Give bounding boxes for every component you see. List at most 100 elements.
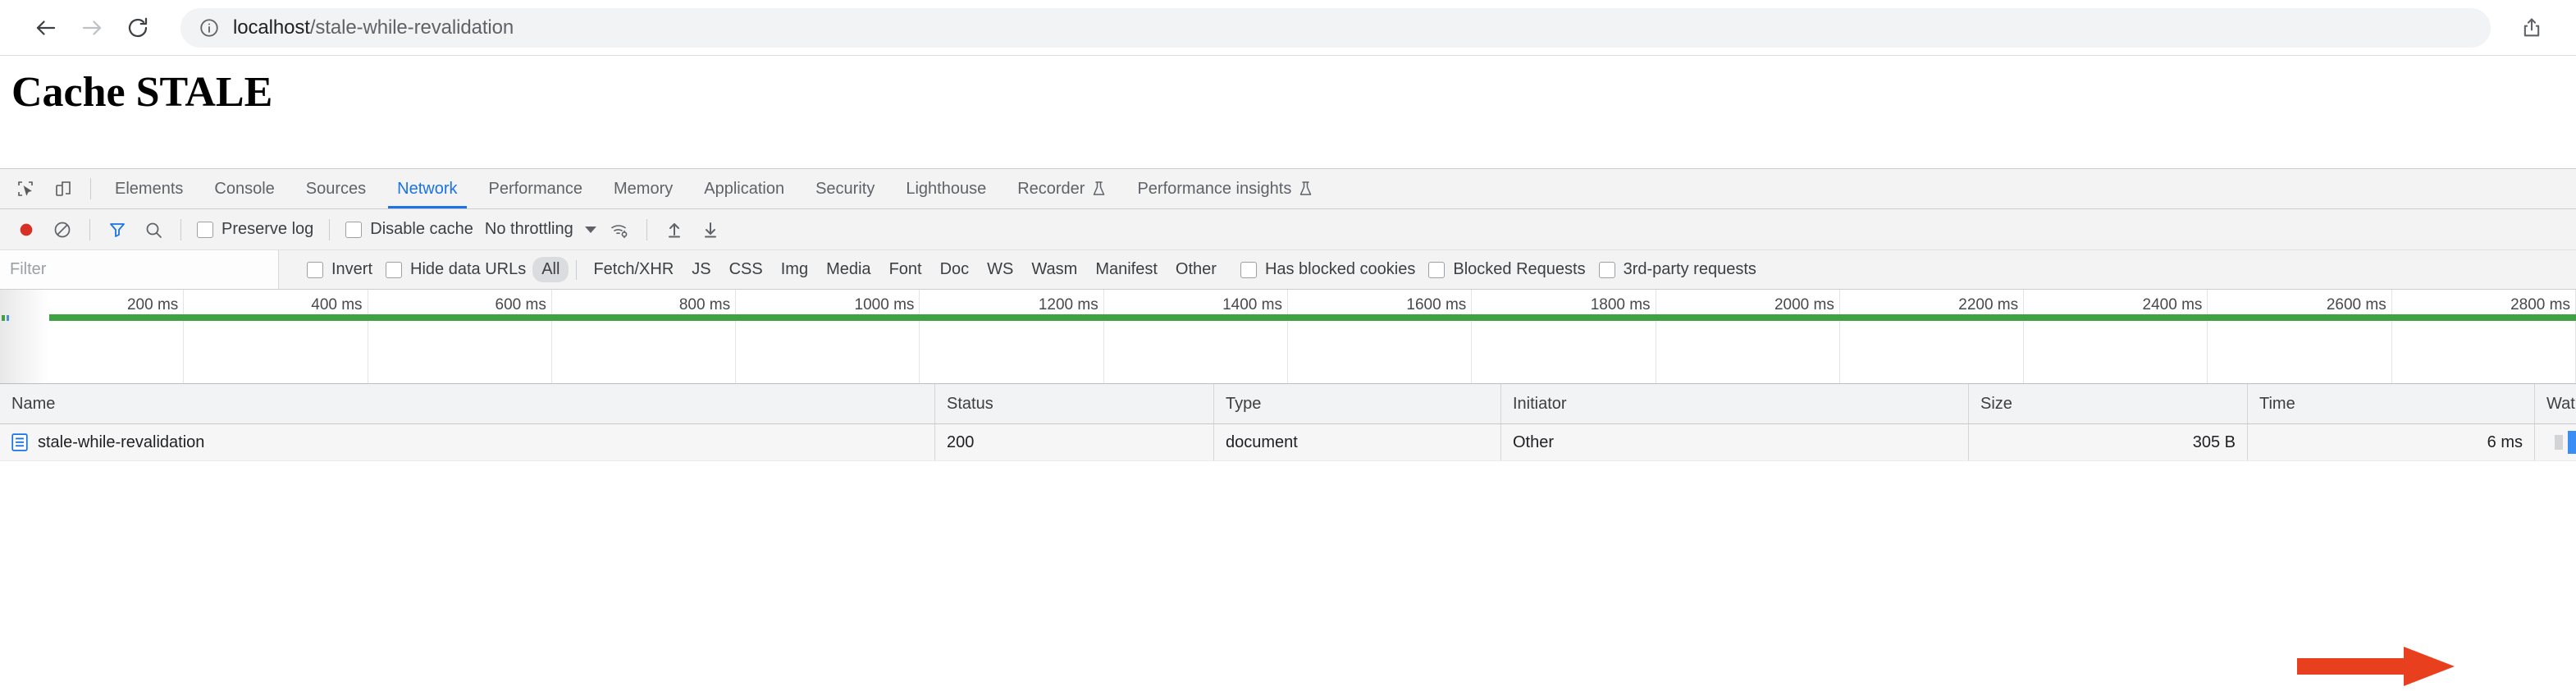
- cell-name[interactable]: stale-while-revalidation: [0, 424, 935, 460]
- cell-time: 6 ms: [2248, 424, 2535, 460]
- table-header-row: Name Status Type Initiator Size Time Wat: [0, 384, 2576, 424]
- timeline-mini-marker: [2, 315, 10, 321]
- tab-security[interactable]: Security: [800, 169, 890, 208]
- throttling-dropdown[interactable]: No throttling: [480, 220, 601, 239]
- timeline-tick-label: 2600 ms: [2326, 296, 2386, 313]
- blocked-requests-checkbox[interactable]: Blocked Requests: [1422, 260, 1592, 279]
- waterfall-queue-segment: [2555, 435, 2563, 450]
- tab-memory[interactable]: Memory: [598, 169, 688, 208]
- timeline-tick: 600 ms: [368, 290, 552, 383]
- column-header-initiator[interactable]: Initiator: [1501, 384, 1969, 423]
- record-button[interactable]: [8, 212, 44, 248]
- export-har-button[interactable]: [692, 212, 728, 248]
- tab-console[interactable]: Console: [199, 169, 290, 208]
- url-path: /stale-while-revalidation: [309, 16, 514, 39]
- url-text: localhost/stale-while-revalidation: [233, 16, 514, 39]
- tab-sources[interactable]: Sources: [290, 169, 381, 208]
- filter-type-wasm[interactable]: Wasm: [1022, 257, 1086, 282]
- filter-type-ws[interactable]: WS: [978, 257, 1022, 282]
- toolbar-divider: [89, 218, 90, 240]
- column-header-name[interactable]: Name: [0, 384, 935, 423]
- checkbox-box: [1240, 261, 1257, 278]
- device-toolbar-button[interactable]: [44, 169, 82, 208]
- column-header-type[interactable]: Type: [1214, 384, 1501, 423]
- timeline-tick-label: 1800 ms: [1590, 296, 1651, 313]
- preserve-log-checkbox[interactable]: Preserve log: [190, 220, 320, 239]
- tab-label: Application: [704, 179, 785, 198]
- tab-label: Security: [815, 179, 875, 198]
- timeline-tick-label: 2400 ms: [2142, 296, 2203, 313]
- devtools-tab-list: Elements Console Sources Network Performance…: [99, 169, 1328, 208]
- cell-status: 200: [935, 424, 1214, 460]
- timeline-tick-label: 800 ms: [678, 296, 731, 313]
- column-header-status[interactable]: Status: [935, 384, 1214, 423]
- tab-lighthouse[interactable]: Lighthouse: [890, 169, 1002, 208]
- timeline-tick: 2000 ms: [1656, 290, 1840, 383]
- wifi-gear-icon: [610, 224, 628, 238]
- filter-type-doc[interactable]: Doc: [931, 257, 979, 282]
- request-name: stale-while-revalidation: [38, 432, 205, 451]
- filter-type-media[interactable]: Media: [817, 257, 879, 282]
- filter-input[interactable]: [0, 250, 279, 289]
- network-timeline-overview[interactable]: 200 ms 400 ms 600 ms 800 ms 1000 ms 1200 ms 14…: [0, 290, 2576, 384]
- document-file-icon: [11, 433, 28, 451]
- waterfall-download-segment: [2568, 431, 2576, 454]
- filter-type-manifest[interactable]: Manifest: [1086, 257, 1167, 282]
- tab-performance-insights[interactable]: Performance insights: [1121, 169, 1328, 208]
- toolbar-divider: [180, 218, 181, 240]
- third-party-requests-checkbox[interactable]: 3rd-party requests: [1592, 260, 1763, 279]
- tab-label: Network: [397, 179, 458, 198]
- reload-button[interactable]: [115, 5, 161, 51]
- column-header-time[interactable]: Time: [2248, 384, 2535, 423]
- hide-data-urls-checkbox[interactable]: Hide data URLs: [379, 260, 532, 279]
- tab-application[interactable]: Application: [688, 169, 800, 208]
- address-bar[interactable]: localhost/stale-while-revalidation: [180, 7, 2491, 48]
- filter-type-all[interactable]: All: [532, 257, 569, 282]
- page-content-area: Cache STALE: [0, 56, 2576, 168]
- has-blocked-cookies-checkbox[interactable]: Has blocked cookies: [1234, 260, 1422, 279]
- browser-toolbar: localhost/stale-while-revalidation: [0, 0, 2576, 56]
- filter-toggle-button[interactable]: [99, 212, 135, 248]
- info-circle-icon[interactable]: [199, 17, 220, 39]
- disable-cache-checkbox[interactable]: Disable cache: [339, 220, 480, 239]
- resource-type-filters: All Fetch/XHR JS CSS Img Media Font Doc WS Wasm Ma…: [532, 257, 1226, 282]
- timeline-tick: 800 ms: [552, 290, 737, 383]
- filter-type-js[interactable]: JS: [683, 257, 719, 282]
- timeline-tick: 1600 ms: [1288, 290, 1473, 383]
- search-button[interactable]: [135, 212, 171, 248]
- tab-label: Sources: [305, 179, 367, 198]
- devtools-tabbar: Elements Console Sources Network Performance…: [0, 169, 2576, 209]
- forward-button[interactable]: [69, 5, 115, 51]
- back-button[interactable]: [23, 5, 69, 51]
- invert-label: Invert: [331, 260, 373, 278]
- invert-checkbox[interactable]: Invert: [300, 260, 379, 279]
- filter-type-other[interactable]: Other: [1167, 257, 1226, 282]
- import-har-button[interactable]: [656, 212, 692, 248]
- tab-network[interactable]: Network: [381, 169, 473, 208]
- cell-type: document: [1214, 424, 1501, 460]
- filter-type-css[interactable]: CSS: [720, 257, 772, 282]
- network-conditions-button[interactable]: [601, 212, 637, 248]
- record-circle-icon: [20, 223, 33, 236]
- clear-button[interactable]: [44, 212, 80, 248]
- tab-elements[interactable]: Elements: [99, 169, 199, 208]
- filter-type-fetch-xhr[interactable]: Fetch/XHR: [584, 257, 683, 282]
- blocked-requests-label: Blocked Requests: [1453, 260, 1586, 278]
- share-upload-icon: [2523, 17, 2540, 36]
- inspect-element-button[interactable]: [7, 169, 44, 208]
- tab-label: Memory: [614, 179, 674, 198]
- timeline-tick-label: 2200 ms: [1958, 296, 2019, 313]
- tab-label: Console: [214, 179, 275, 198]
- toolbar-divider: [90, 178, 91, 199]
- tab-recorder[interactable]: Recorder: [1002, 169, 1121, 208]
- device-toolbar-icon: [56, 181, 71, 196]
- checkbox-box: [386, 261, 403, 278]
- column-header-size[interactable]: Size: [1969, 384, 2248, 423]
- tab-performance[interactable]: Performance: [473, 169, 599, 208]
- share-button[interactable]: [2510, 7, 2553, 49]
- third-party-requests-label: 3rd-party requests: [1623, 260, 1756, 278]
- table-row[interactable]: stale-while-revalidation 200 document Ot…: [0, 424, 2576, 461]
- column-header-waterfall[interactable]: Wat: [2535, 384, 2576, 423]
- filter-type-img[interactable]: Img: [772, 257, 817, 282]
- filter-type-font[interactable]: Font: [880, 257, 931, 282]
